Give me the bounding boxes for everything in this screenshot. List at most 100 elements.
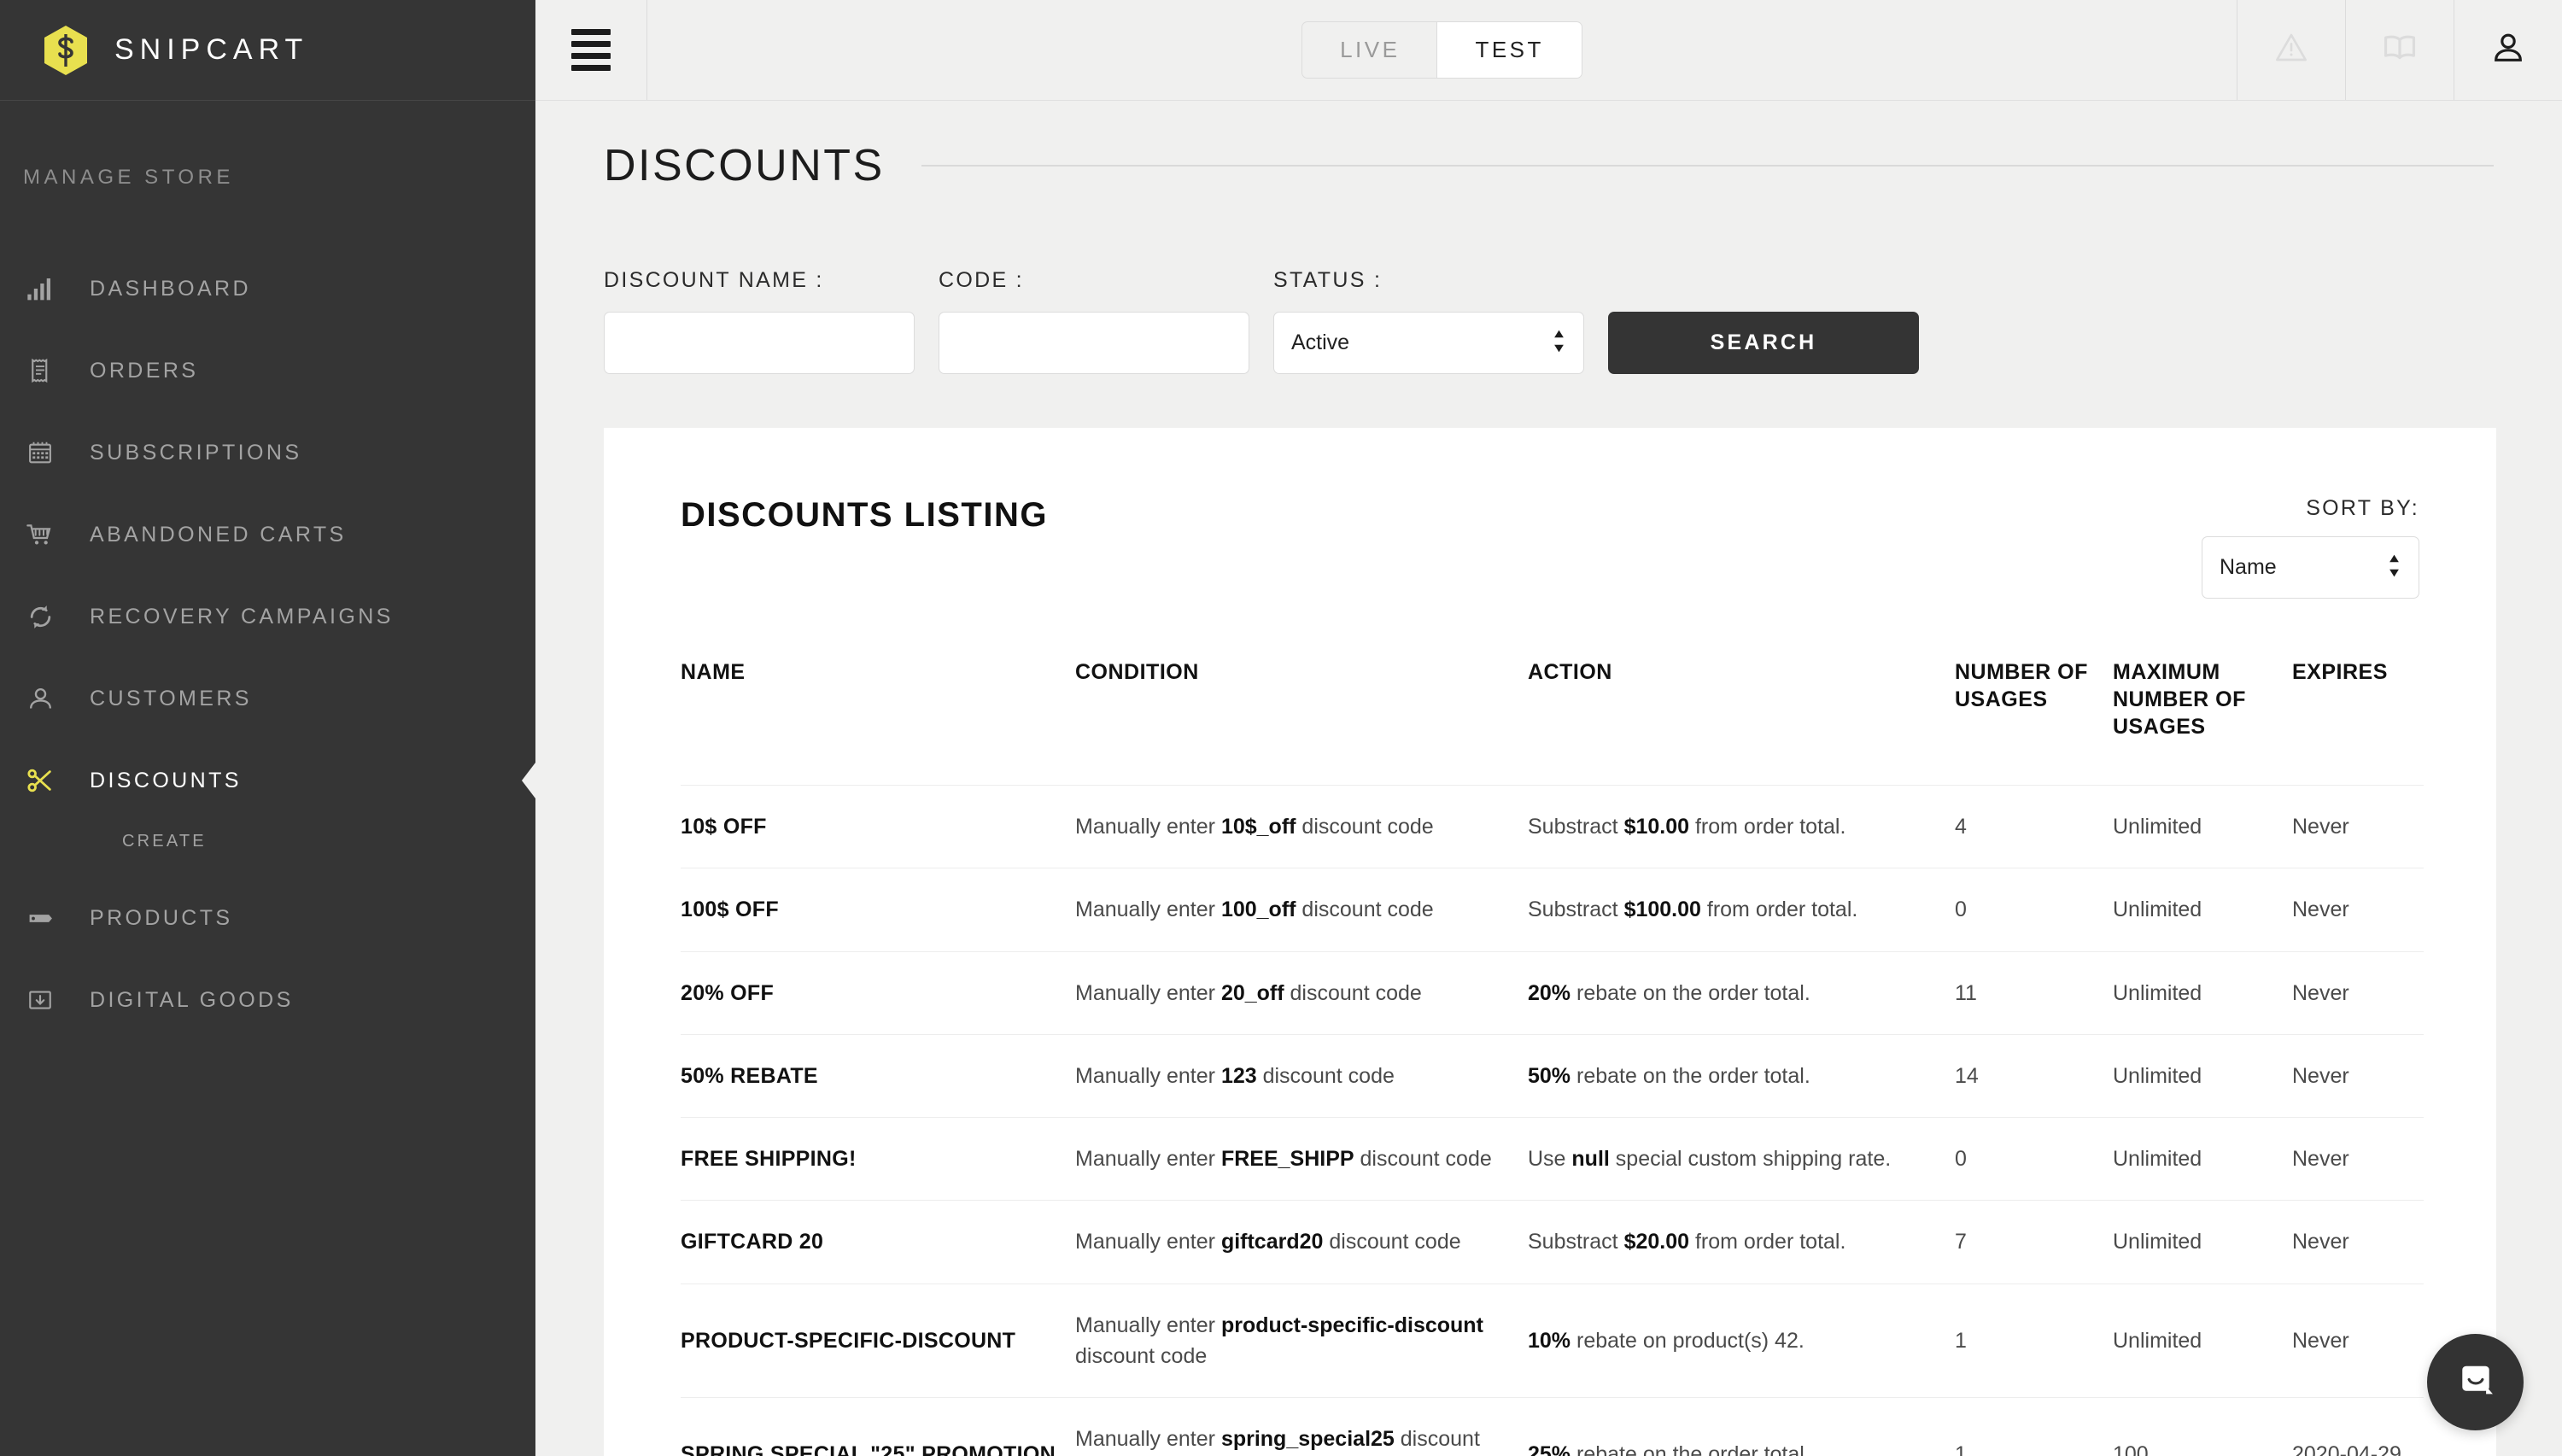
discount-name-label: DISCOUNT NAME : [604,268,824,292]
cell-max-usages: Unlimited [2113,1283,2292,1398]
top-bar: LIVE TEST [535,0,2562,101]
snipcart-hexagon-logo-icon [43,25,89,76]
search-button[interactable]: SEARCH [1608,312,1919,374]
sidebar-item-label: ORDERS [90,358,199,383]
table-row[interactable]: 50% REBATE Manually enter 123 discount co… [681,1033,2424,1118]
cell-name: 100$ OFF [681,868,1075,951]
cell-expires: Never [2292,868,2424,951]
cell-usages: 11 [1955,950,2113,1035]
code-label: CODE : [939,268,1024,292]
status-select-wrap [1273,312,1584,374]
sidebar-item-products[interactable]: PRODUCTS [0,877,535,959]
cell-expires: 2020-04-29 [2292,1397,2424,1456]
sidebar-item-label: DIGITAL GOODS [90,987,294,1012]
status-select[interactable] [1273,312,1584,374]
cell-condition: Manually enter 100_off discount code [1075,868,1528,951]
table-header-row: NAME CONDITION ACTION NUMBER OF USAGES M… [681,658,2424,786]
sidebar-item-recovery-campaigns[interactable]: RECOVERY CAMPAIGNS [0,576,535,658]
sidebar-item-digital-goods[interactable]: DIGITAL GOODS [0,959,535,1041]
sidebar-item-dashboard[interactable]: DASHBOARD [0,248,535,330]
cell-condition: Manually enter product-specific-discount… [1075,1283,1528,1398]
account-user-icon [2491,31,2525,69]
column-header-max-usages: MAXIMUM NUMBER OF USAGES [2113,660,2246,739]
table-row[interactable]: PRODUCT-SPECIFIC-DISCOUNT Manually enter … [681,1283,2424,1398]
column-header-expires: EXPIRES [2292,660,2388,684]
cell-condition: Manually enter 10$_off discount code [1075,784,1528,868]
brand-header[interactable]: SNIPCART [0,0,535,101]
sidebar-item-abandoned-carts[interactable]: ABANDONED CARTS [0,494,535,576]
code-input[interactable] [939,312,1249,374]
cell-name: FREE SHIPPING! [681,1116,1075,1201]
table-row[interactable]: 10$ OFF Manually enter 10$_off discount c… [681,784,2424,868]
discounts-listing-card: DISCOUNTS LISTING SORT BY: Name NAME CON… [604,428,2496,1456]
cell-expires: Never [2292,1033,2424,1118]
sort-control: SORT BY: [2202,496,2419,599]
cell-usages: 7 [1955,1200,2113,1284]
sidebar-subitem-create[interactable]: CREATE [0,832,535,851]
env-test-button[interactable]: TEST [1437,22,1582,78]
hamburger-icon [571,29,611,71]
sidebar-item-subscriptions[interactable]: SUBSCRIPTIONS [0,412,535,494]
main-content: DISCOUNTS DISCOUNT NAME : CODE : STATUS … [535,101,2562,1456]
env-live-button[interactable]: LIVE [1302,22,1437,78]
account-button[interactable] [2454,0,2562,100]
listing-title: DISCOUNTS LISTING [681,496,1048,534]
calendar-icon [21,434,59,471]
sidebar-item-label: CUSTOMERS [90,686,252,710]
column-header-name: NAME [681,660,746,684]
cell-expires: Never [2292,784,2424,868]
chat-smile-icon [2451,1355,2501,1409]
table-row[interactable]: 20% OFF Manually enter 20_off discount co… [681,950,2424,1035]
discount-name-input[interactable] [604,312,915,374]
cell-max-usages: Unlimited [2113,1200,2292,1284]
sidebar-item-orders[interactable]: ORDERS [0,330,535,412]
sidebar-item-customers[interactable]: CUSTOMERS [0,658,535,740]
cell-action: Use null special custom shipping rate. [1528,1116,1955,1201]
cell-condition: Manually enter 123 discount code [1075,1033,1528,1118]
environment-toggle[interactable]: LIVE TEST [1301,21,1582,79]
cell-expires: Never [2292,1283,2424,1398]
cell-name: 50% REBATE [681,1033,1075,1118]
sort-select[interactable] [2202,536,2419,599]
sort-select-wrap [2202,536,2419,599]
cell-usages: 1 [1955,1397,2113,1456]
scissors-icon [21,762,59,799]
hamburger-menu-button[interactable] [535,0,647,100]
table-row[interactable]: SPRING SPECIAL "25" PROMOTION Manually en… [681,1397,2424,1456]
warning-triangle-icon [2274,31,2308,69]
table-row[interactable]: 100$ OFF Manually enter 100_off discount … [681,868,2424,951]
cell-usages: 0 [1955,868,2113,951]
table-row[interactable]: FREE SHIPPING! Manually enter FREE_SHIPP … [681,1116,2424,1201]
column-header-action: ACTION [1528,660,1612,684]
documentation-button[interactable] [2345,0,2454,100]
column-header-condition: CONDITION [1075,660,1199,684]
receipt-icon [21,352,59,389]
discounts-table: NAME CONDITION ACTION NUMBER OF USAGES M… [681,658,2424,1456]
warning-button[interactable] [2237,0,2345,100]
nav-section-title: MANAGE STORE [23,166,234,189]
tag-icon [21,899,59,937]
filter-search-action: SEARCH [1608,312,1919,374]
filters-bar: DISCOUNT NAME : CODE : STATUS : SEARCH [535,268,2562,374]
page-title: DISCOUNTS [604,141,885,190]
cell-action: Substract $20.00 from order total. [1528,1200,1955,1284]
download-box-icon [21,981,59,1019]
bar-chart-icon [21,270,59,307]
cell-max-usages: 100 [2113,1397,2292,1456]
sidebar-item-label: PRODUCTS [90,905,233,930]
cell-usages: 4 [1955,784,2113,868]
sort-by-label: SORT BY: [2306,496,2419,520]
cell-max-usages: Unlimited [2113,868,2292,951]
status-label: STATUS : [1273,268,1383,292]
cell-action: Substract $100.00 from order total. [1528,868,1955,951]
filter-status: STATUS : [1273,268,1584,374]
cell-condition: Manually enter spring_special25 discount… [1075,1397,1528,1456]
table-row[interactable]: GIFTCARD 20 Manually enter giftcard20 dis… [681,1200,2424,1284]
sidebar-item-label: DASHBOARD [90,276,251,301]
listing-card-header: DISCOUNTS LISTING SORT BY: [604,428,2496,599]
cell-condition: Manually enter FREE_SHIPP discount code [1075,1116,1528,1201]
cell-condition: Manually enter 20_off discount code [1075,950,1528,1035]
sidebar-item-discounts[interactable]: DISCOUNTS [0,740,535,822]
intercom-chat-button[interactable] [2427,1334,2524,1430]
cell-condition: Manually enter giftcard20 discount code [1075,1200,1528,1284]
